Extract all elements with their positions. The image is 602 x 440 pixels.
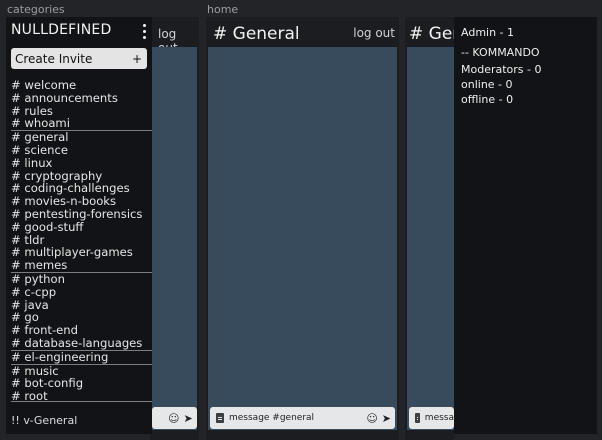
categories-frame-label: categories — [7, 3, 65, 16]
channel-item[interactable]: # python — [11, 273, 152, 286]
channel-item[interactable]: # whoami — [11, 117, 152, 130]
emoji-icon[interactable]: ☺ — [168, 412, 179, 425]
channel-item[interactable]: # good-stuff — [11, 220, 152, 234]
admin-heading: Admin - 1 — [461, 26, 515, 39]
channel-group: # general # science # linux # cryptography #… — [11, 131, 152, 273]
member-item[interactable]: -- KOMMANDO — [461, 46, 540, 59]
back-composer[interactable]: ☺ ➤ — [152, 407, 197, 429]
peek-channel-title: # Gen — [409, 24, 454, 44]
channel-group: # welcome # announcements # rules # whoami — [11, 79, 152, 132]
home-frame-label: home — [207, 3, 239, 16]
voice-channel[interactable]: !! v-General — [11, 414, 77, 427]
channel-group: # el-engineering — [11, 350, 152, 365]
peek-chat-panel: # Gen messa — [405, 17, 454, 440]
members-panel: Admin - 1 -- KOMMANDO Moderators - 0 onl… — [454, 17, 597, 434]
message-list — [208, 47, 397, 430]
send-icon[interactable]: ➤ — [183, 412, 192, 425]
offline-heading: offline - 0 — [461, 93, 514, 106]
channel-group: # python # c-cpp # java # go # front-end # da… — [11, 273, 152, 351]
back-chat-panel: log out ☺ ➤ — [150, 17, 199, 440]
plus-icon: + — [131, 51, 142, 66]
channel-item[interactable]: # database-languages — [11, 337, 152, 350]
create-invite-button[interactable]: Create Invite + — [11, 48, 147, 69]
channel-item[interactable]: # linux — [11, 156, 152, 170]
channel-item[interactable]: # el-engineering — [11, 350, 152, 364]
channel-group: # music # bot-config # root — [11, 364, 152, 403]
channel-list: # welcome # announcements # rules # whoami #… — [11, 79, 152, 403]
sidebar-divider — [11, 401, 152, 402]
peek-composer[interactable]: messa — [409, 407, 454, 429]
message-input[interactable]: message #general — [229, 413, 366, 423]
channel-item[interactable]: # announcements — [11, 91, 152, 105]
more-options-icon[interactable] — [143, 24, 146, 42]
peek-message-list — [407, 47, 454, 430]
send-icon[interactable]: ➤ — [382, 412, 391, 425]
create-invite-label: Create Invite — [15, 51, 93, 66]
channel-item[interactable]: # pentesting-forensics — [11, 208, 152, 221]
attach-file-icon[interactable] — [216, 413, 224, 423]
server-name: NULLDEFINED — [11, 22, 112, 38]
emoji-icon[interactable]: ☺ — [366, 412, 377, 425]
attach-file-icon[interactable] — [415, 413, 420, 423]
channel-sidebar: NULLDEFINED Create Invite + # welcome # a… — [6, 17, 152, 434]
online-heading: online - 0 — [461, 78, 513, 91]
moderators-heading: Moderators - 0 — [461, 63, 542, 76]
channel-item[interactable]: # memes — [11, 259, 152, 272]
channel-title: # General — [213, 24, 300, 44]
channel-item[interactable]: # c-cpp — [11, 285, 152, 299]
message-composer[interactable]: message #general ☺ ➤ — [210, 407, 395, 429]
channel-item[interactable]: # welcome — [11, 79, 152, 92]
general-chat-panel: # General log out message #general ☺ ➤ — [206, 17, 399, 440]
peek-message-input[interactable]: messa — [425, 413, 454, 423]
channel-item[interactable]: # science — [11, 144, 152, 157]
back-chat-area — [152, 47, 197, 430]
logout-button[interactable]: log out — [353, 26, 395, 40]
